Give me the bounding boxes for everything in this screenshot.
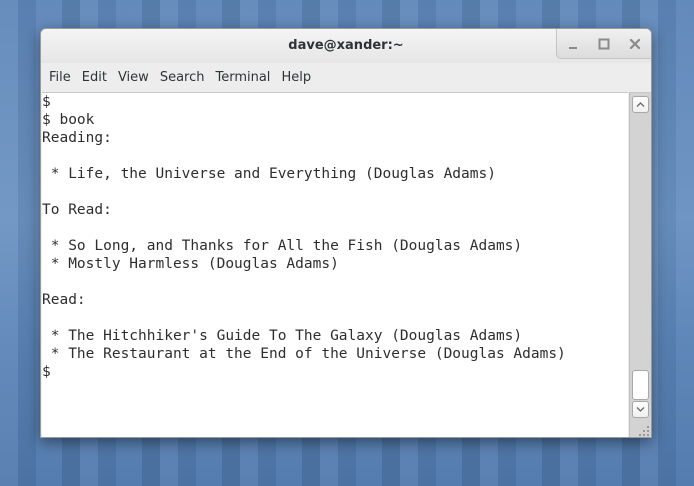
minimize-icon (568, 46, 577, 49)
maximize-button[interactable] (588, 29, 619, 58)
terminal-window[interactable]: dave@xander:~ File Edit View Search Term… (40, 28, 652, 438)
minimize-button[interactable] (557, 29, 588, 58)
scrollbar-thumb[interactable] (632, 370, 649, 400)
scroll-up-button[interactable] (632, 96, 649, 113)
maximize-icon (598, 38, 610, 49)
scroll-down-button[interactable] (632, 401, 649, 418)
title-bar[interactable]: dave@xander:~ (41, 29, 651, 63)
chevron-up-icon (636, 102, 645, 107)
terminal-prompt: $ (42, 364, 51, 380)
chevron-down-icon (636, 407, 645, 412)
terminal-lines: $ $ book Reading: * Life, the Universe a… (42, 93, 566, 381)
terminal-line: * Life, the Universe and Everything (Dou… (42, 166, 496, 182)
menu-search[interactable]: Search (160, 66, 213, 89)
menu-terminal[interactable]: Terminal (215, 66, 278, 89)
close-button[interactable] (620, 29, 651, 58)
resize-grip-icon[interactable] (639, 426, 649, 436)
desktop-background: dave@xander:~ File Edit View Search Term… (0, 0, 694, 486)
terminal-line: * Mostly Harmless (Douglas Adams) (42, 256, 339, 272)
terminal-line: * So Long, and Thanks for All the Fish (… (42, 238, 523, 254)
menu-help[interactable]: Help (281, 66, 319, 89)
menu-file[interactable]: File (49, 66, 79, 89)
window-controls (556, 29, 651, 59)
terminal-line: $ book (42, 112, 95, 128)
vertical-scrollbar[interactable] (629, 92, 651, 437)
terminal-line: * The Restaurant at the End of the Unive… (42, 346, 566, 362)
terminal-line: * The Hitchhiker's Guide To The Galaxy (… (42, 328, 523, 344)
terminal-output[interactable]: $ $ book Reading: * Life, the Universe a… (42, 92, 628, 437)
menu-view[interactable]: View (118, 66, 157, 89)
menu-edit[interactable]: Edit (82, 66, 115, 89)
menu-bar: File Edit View Search Terminal Help (41, 63, 651, 91)
close-icon (630, 38, 641, 49)
terminal-line: Read: (42, 292, 86, 308)
terminal-line: Reading: (42, 130, 112, 146)
terminal-line: To Read: (42, 202, 112, 218)
terminal-line: $ (42, 94, 51, 110)
